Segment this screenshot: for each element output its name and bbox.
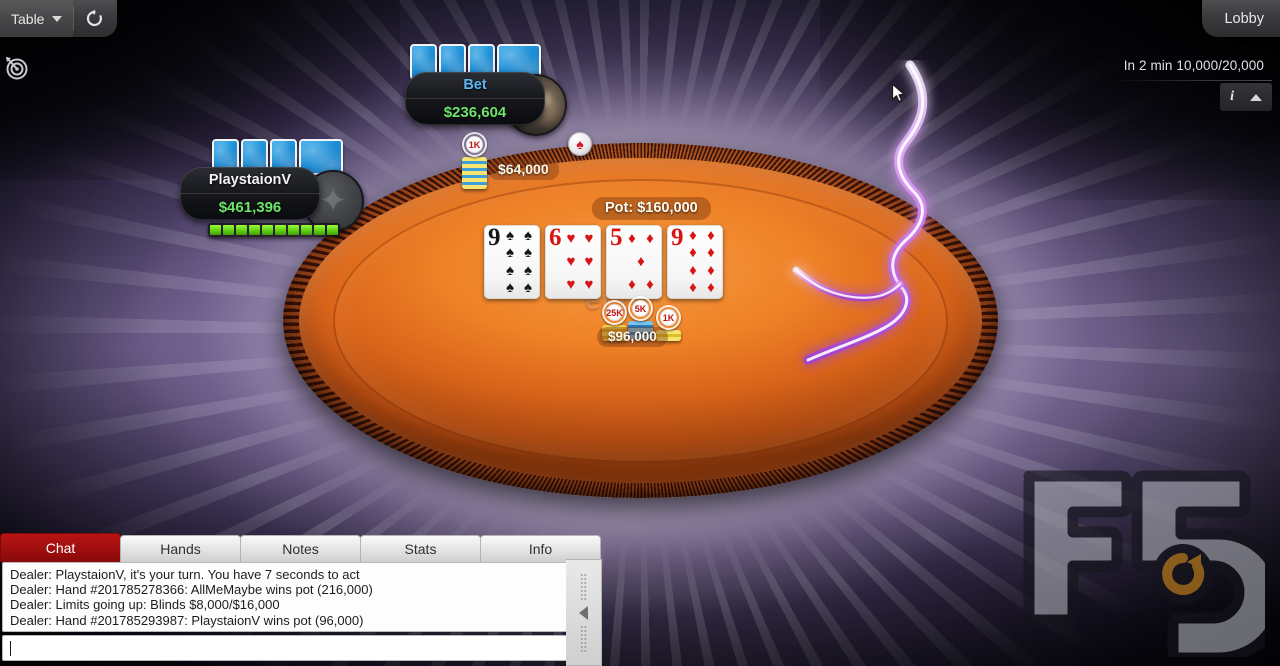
card-pips: ♦ ♦ ♦ ♦ ♦ — [628, 230, 654, 293]
player-stack: $236,604 — [443, 103, 507, 121]
chat-message: Dealer: PlaystaionV, it's your turn. You… — [10, 567, 360, 582]
chat-message: Dealer: Limits going up: Blinds $8,000/$… — [10, 597, 280, 613]
card-pips: ♥ ♥ ♥ ♥ ♥ ♥ — [566, 230, 594, 293]
community-card: 9 ♦ ♦ ♦ ♦ ♦ ♦ ♦ ♦ — [667, 224, 723, 299]
player-name: PlaystaionV — [180, 167, 320, 194]
blinds-notice: In 2 min 10,000/20,000 — [1123, 58, 1264, 73]
bet-amount-top: $64,000 — [488, 159, 559, 180]
player-nameplate[interactable]: PlaystaionV $461,396 — [180, 167, 320, 220]
refresh-icon — [87, 9, 103, 27]
text-caret — [10, 640, 11, 656]
community-cards: 9 ♠ ♠ ♠ ♠ ♠ ♠ ♠ ♠ 6 ♥ ♥ ♥ ♥ ♥ ♥ 5 ♦ ♦ ♦ ♦ ♦ 9 ♦ ♦ ♦ ♦ ♦ ♦ ♦ ♦ — [484, 224, 723, 299]
chat-panel: Chat Hands Notes Stats Info Dealer: Play… — [0, 533, 602, 666]
community-card: 9 ♠ ♠ ♠ ♠ ♠ ♠ ♠ ♠ — [484, 224, 540, 299]
chip-5k: 5K — [628, 296, 653, 321]
bet-chip-stack-top: 1K — [462, 132, 487, 189]
card-pips: ♠ ♠ ♠ ♠ ♠ ♠ ♠ ♠ — [506, 227, 532, 296]
action-timer-bar — [208, 223, 340, 237]
tab-info[interactable]: Info — [480, 535, 601, 562]
chip-1k: 1K — [462, 132, 487, 157]
lobby-label: Lobby — [1224, 10, 1264, 27]
seat-left[interactable]: PlaystaionV $461,396 — [180, 139, 364, 237]
player-stack: $461,396 — [218, 198, 282, 216]
poker-table-app: ent! Pot: $160,000 9 ♠ ♠ ♠ ♠ ♠ ♠ ♠ ♠ 6 ♥… — [0, 0, 1280, 666]
center-bet-amount: $96,000 — [597, 327, 668, 347]
card-rank: 6 — [549, 224, 562, 251]
refresh-button[interactable] — [74, 0, 115, 37]
pot-label: Pot: $160,000 — [592, 197, 711, 220]
lobby-button[interactable]: Lobby — [1202, 0, 1280, 37]
card-rank: 5 — [610, 224, 623, 251]
chat-message: Dealer: Hand #201785293987: PlaystaionV … — [10, 612, 364, 628]
dealer-button: ♠ — [568, 132, 592, 156]
target-icon[interactable] — [4, 55, 30, 81]
header-underline — [1112, 80, 1272, 81]
card-rank: 9 — [671, 224, 684, 251]
community-card: 5 ♦ ♦ ♦ ♦ ♦ — [606, 224, 662, 299]
chevron-up-icon[interactable] — [1250, 93, 1262, 101]
chat-collapse-handle[interactable] — [566, 559, 602, 666]
header-info-group: i — [1220, 83, 1272, 111]
table-menu-button[interactable]: Table — [0, 0, 74, 37]
grip-dots-icon — [580, 624, 587, 653]
chip-25k: 25K — [602, 300, 627, 325]
tab-stats[interactable]: Stats — [360, 535, 481, 562]
card-pips: ♦ ♦ ♦ ♦ ♦ ♦ ♦ ♦ — [689, 227, 715, 296]
chat-tab-bar: Chat Hands Notes Stats Info — [0, 533, 601, 562]
community-card: 6 ♥ ♥ ♥ ♥ ♥ ♥ — [545, 224, 601, 299]
player-nameplate[interactable]: Bet $236,604 — [405, 72, 545, 125]
chat-message: Dealer: Hand #201785278366: AllMeMaybe w… — [10, 582, 373, 598]
info-icon[interactable]: i — [1230, 89, 1234, 105]
window-header: Table Lobby — [0, 0, 1280, 37]
triangle-left-icon — [579, 605, 588, 620]
player-name: Bet — [405, 72, 545, 99]
tab-hands[interactable]: Hands — [120, 535, 241, 562]
chevron-down-icon — [52, 15, 63, 22]
tab-notes[interactable]: Notes — [240, 535, 361, 562]
seat-top[interactable]: Bet $236,604 — [405, 44, 567, 136]
chat-message-list[interactable]: Dealer: PlaystaionV, it's your turn. You… — [2, 562, 598, 632]
tab-chat[interactable]: Chat — [0, 533, 121, 562]
card-rank: 9 — [488, 224, 501, 251]
grip-dots-icon — [580, 572, 587, 601]
table-menu-label: Table — [11, 10, 45, 27]
header-left-group: Table — [0, 0, 118, 37]
chat-input-row[interactable]: ☺ — [2, 635, 598, 661]
